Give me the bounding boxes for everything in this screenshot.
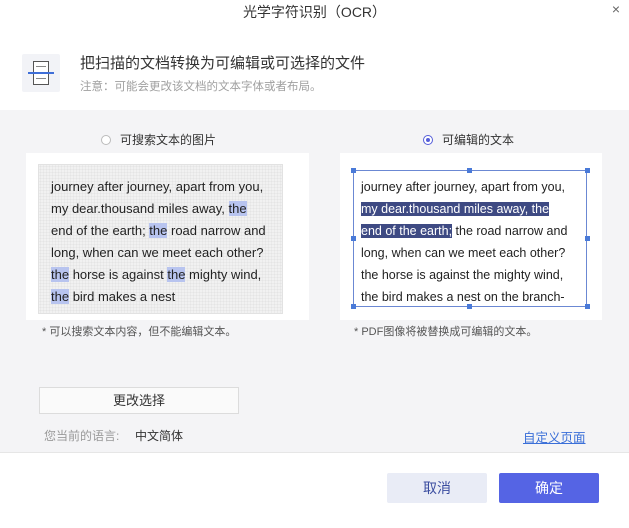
resize-handle bbox=[467, 304, 472, 309]
text-line: long, when can we meet each other? bbox=[361, 246, 566, 260]
selected-text: my dear.thousand miles away, the bbox=[361, 202, 550, 216]
radio-editable-text[interactable] bbox=[423, 134, 433, 145]
option-searchable-image-label: 可搜索文本的图片 bbox=[120, 133, 217, 147]
option-searchable-image[interactable]: 可搜索文本的图片 bbox=[101, 131, 216, 148]
searchable-image-preview: journey after journey, apart from you, m… bbox=[38, 164, 283, 314]
resize-handle bbox=[585, 304, 590, 309]
custom-page-link[interactable]: 自定义页面 bbox=[523, 427, 586, 446]
resize-handle bbox=[585, 168, 590, 173]
search-highlight: the bbox=[167, 267, 186, 282]
resize-handle bbox=[467, 168, 472, 173]
change-selection-button[interactable]: 更改选择 bbox=[39, 387, 239, 414]
image-text: mighty wind, bbox=[185, 267, 262, 282]
resize-handle bbox=[351, 304, 356, 309]
header-note: 注意：可能会更改该文档的文本字体或者布局。 bbox=[80, 81, 322, 93]
cancel-button[interactable]: 取消 bbox=[387, 473, 487, 503]
resize-handle bbox=[351, 236, 356, 241]
selected-text: end of the earth; bbox=[361, 224, 453, 238]
dialog-header: 把扫描的文档转换为可编辑或可选择的文件 注意：可能会更改该文档的文本字体或者布局… bbox=[0, 24, 629, 110]
option-editable-text-label: 可编辑的文本 bbox=[442, 133, 515, 147]
resize-handle bbox=[351, 168, 356, 173]
window-title: 光学字符识别（OCR） bbox=[242, 4, 387, 20]
search-highlight: the bbox=[51, 289, 70, 304]
text-line: end of the earth; the road narrow and bbox=[361, 224, 568, 238]
text-line: the horse is against the mighty wind, bbox=[361, 268, 564, 282]
radio-searchable-image[interactable] bbox=[101, 134, 111, 145]
search-highlight: the bbox=[51, 267, 70, 282]
editable-text-preview: journey after journey, apart from you, m… bbox=[353, 170, 587, 307]
resize-handle bbox=[585, 236, 590, 241]
language-value: 中文简体 bbox=[135, 429, 184, 443]
image-text: bird makes a nest bbox=[69, 289, 176, 304]
language-label: 您当前的语言: bbox=[44, 429, 120, 443]
image-text: horse is against bbox=[69, 267, 168, 282]
image-text: end of the earth; bbox=[51, 223, 150, 238]
close-icon[interactable]: × bbox=[607, 0, 625, 18]
ocr-scan-icon bbox=[22, 54, 60, 92]
title-bar: 光学字符识别（OCR） × bbox=[0, 0, 629, 24]
search-highlight: the bbox=[149, 223, 168, 238]
search-highlight: the bbox=[228, 201, 247, 216]
image-preview-caption: * 可以搜索文本内容，但不能编辑文本。 bbox=[42, 326, 237, 338]
header-title: 把扫描的文档转换为可编辑或可选择的文件 bbox=[80, 55, 366, 72]
text-line: journey after journey, apart from you, bbox=[361, 180, 566, 194]
option-editable-text[interactable]: 可编辑的文本 bbox=[423, 131, 514, 148]
ok-button[interactable]: 确定 bbox=[499, 473, 599, 503]
text-line: my dear.thousand miles away, the bbox=[361, 198, 579, 220]
text-preview-caption: * PDF图像将被替换成可编辑的文本。 bbox=[354, 326, 538, 338]
